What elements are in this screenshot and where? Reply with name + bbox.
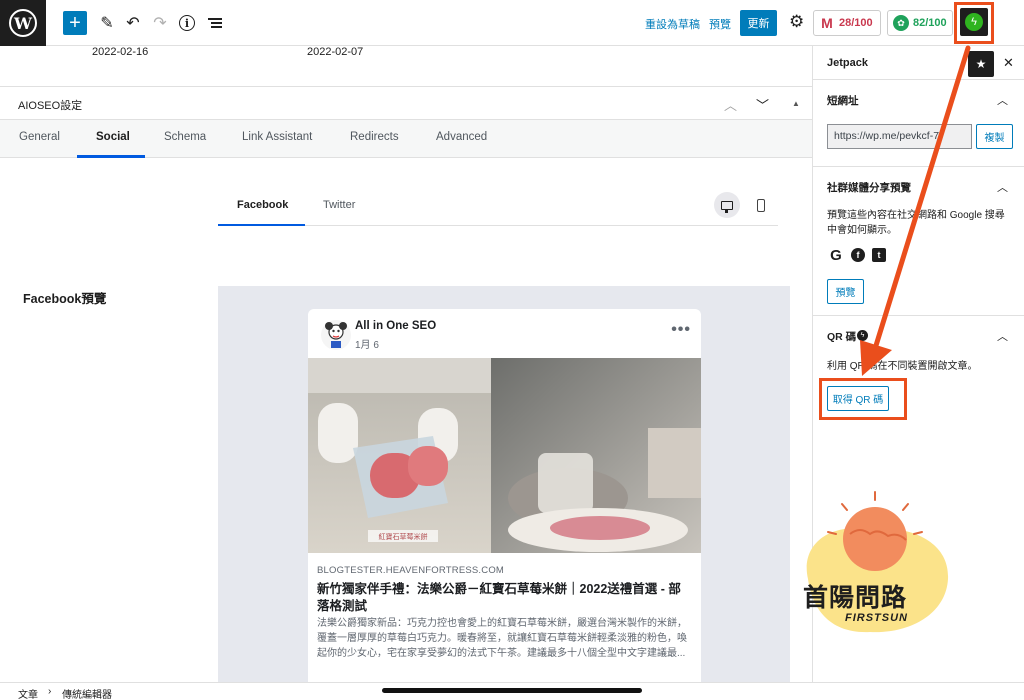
wordpress-logo-icon: W: [9, 9, 37, 37]
breadcrumb-post[interactable]: 文章: [18, 686, 38, 700]
list-view-icon[interactable]: [205, 12, 225, 34]
tumblr-icon: t: [872, 248, 886, 262]
shortlink-field[interactable]: https://wp.me/pevkcf-7: [827, 124, 972, 149]
toggle-panel-icon[interactable]: ▲: [792, 99, 800, 108]
social-preview-title[interactable]: 社群媒體分享預覽: [827, 180, 911, 195]
add-block-button[interactable]: +: [63, 11, 87, 35]
details-button[interactable]: i: [177, 12, 197, 34]
desktop-view-button[interactable]: [714, 192, 740, 218]
aioseo-flower-icon: ✿: [893, 15, 909, 31]
wordpress-logo-button[interactable]: W: [0, 0, 46, 46]
aioseo-m-icon: M: [819, 15, 835, 31]
shortlink-title[interactable]: 短網址: [827, 93, 859, 108]
facebook-post-card: All in One SEO 1月 6 ••• 紅寶石草莓米餅 BLOGTEST…: [308, 309, 701, 682]
preview-link[interactable]: 預覽: [709, 16, 731, 32]
aioseo-metabox-header: AIOSEO設定 ︿ ﹀ ▲: [0, 86, 812, 120]
google-icon: G: [829, 246, 843, 264]
mobile-icon: [757, 198, 765, 212]
qr-highlight-box: [819, 378, 907, 420]
aioseo-tabs: General Social Schema Link Assistant Red…: [0, 120, 812, 158]
shortlink-chevron-icon[interactable]: ︿: [997, 92, 1008, 108]
jetpack-bolt-small-icon: ϟ: [857, 330, 868, 341]
sidebar-header: Jetpack ★ ✕: [813, 46, 1024, 80]
desktop-icon: [721, 200, 733, 213]
update-button[interactable]: 更新: [740, 10, 777, 36]
watermark-subtitle: FIRSTSUN: [845, 612, 908, 624]
social-preview-button[interactable]: 預覽: [827, 279, 864, 304]
settings-gear-icon[interactable]: ⚙: [789, 12, 804, 32]
mobile-view-button[interactable]: [748, 192, 774, 218]
link-domain: BLOGTESTER.HEAVENFORTRESS.COM: [317, 565, 505, 576]
link-description: 法樂公爵獨家新品：巧克力控也會愛上的紅寶石草莓米餅，嚴選台灣米製作的米餅，覆蓋一…: [317, 618, 687, 659]
jetpack-highlight-box: [954, 2, 994, 44]
sidebar-title: Jetpack: [827, 57, 868, 69]
home-indicator: [382, 688, 642, 693]
breadcrumb-classic-editor[interactable]: 傳統編輯器: [62, 686, 112, 700]
aioseo-metabox-title: AIOSEO設定: [18, 100, 83, 112]
tab-link-assistant[interactable]: Link Assistant: [242, 131, 312, 143]
subtab-facebook[interactable]: Facebook: [237, 199, 288, 211]
copy-shortlink-button[interactable]: 複製: [976, 124, 1013, 149]
page-name: All in One SEO: [355, 320, 437, 332]
switch-to-draft-link[interactable]: 重設為草稿: [645, 16, 700, 32]
readability-score-label: 82/100: [913, 17, 947, 29]
redo-icon[interactable]: ↷: [150, 12, 170, 34]
readability-score-button[interactable]: ✿ 82/100: [887, 10, 953, 36]
subtab-twitter[interactable]: Twitter: [323, 199, 355, 211]
active-subtab-indicator: [218, 224, 305, 226]
undo-icon[interactable]: ↶: [123, 12, 143, 34]
tab-general[interactable]: General: [19, 131, 60, 143]
editor-top-bar: W + ✎ ↶ ↷ i 重設為草稿 預覽 更新 ⚙ M 28/100 ✿ 82/…: [0, 0, 1024, 46]
breadcrumb-separator: ›: [48, 686, 52, 697]
page-avatar: [320, 319, 352, 351]
facebook-preview-label: Facebook預覽: [23, 292, 107, 306]
qr-code-text: 利用 QR 碼在不同裝置開啟文章。: [827, 361, 978, 372]
post-date: 1月 6: [355, 340, 379, 351]
social-preview-text: 預覽這些內容在社交網路和 Google 搜尋中會如何顯示。: [827, 210, 1005, 236]
qr-code-chevron-icon[interactable]: ︿: [997, 328, 1008, 344]
image-caption-text: 紅寶石草莓米餅: [379, 532, 428, 541]
watermark-title: 首陽問路: [803, 583, 908, 612]
featured-image: 紅寶石草莓米餅: [308, 358, 701, 553]
close-sidebar-icon[interactable]: ✕: [1003, 55, 1014, 71]
post-date-left: 2022-02-16: [92, 46, 149, 58]
post-date-right: 2022-02-07: [307, 46, 364, 58]
facebook-icon: f: [851, 248, 865, 262]
pin-star-icon[interactable]: ★: [968, 51, 994, 77]
tab-schema[interactable]: Schema: [164, 131, 206, 143]
move-down-icon[interactable]: ﹀: [756, 95, 769, 114]
social-preview-chevron-icon[interactable]: ︿: [997, 179, 1008, 195]
active-tab-indicator: [77, 155, 145, 158]
qr-code-title[interactable]: QR 碼: [827, 329, 856, 344]
tab-advanced[interactable]: Advanced: [436, 131, 487, 143]
link-title: 新竹獨家伴手禮：法樂公爵－紅寶石草莓米餅｜2022送禮首選 - 部落格測試: [317, 582, 681, 613]
seo-score-label: 28/100: [839, 17, 873, 29]
info-icon: i: [179, 15, 195, 31]
social-subtabs: Facebook Twitter: [218, 186, 778, 226]
seo-score-button[interactable]: M 28/100: [813, 10, 881, 36]
tab-redirects[interactable]: Redirects: [350, 131, 399, 143]
more-options-icon[interactable]: •••: [671, 321, 691, 339]
move-up-icon[interactable]: ︿: [724, 95, 737, 114]
tab-social[interactable]: Social: [96, 131, 130, 143]
tools-pencil-icon[interactable]: ✎: [97, 12, 117, 34]
